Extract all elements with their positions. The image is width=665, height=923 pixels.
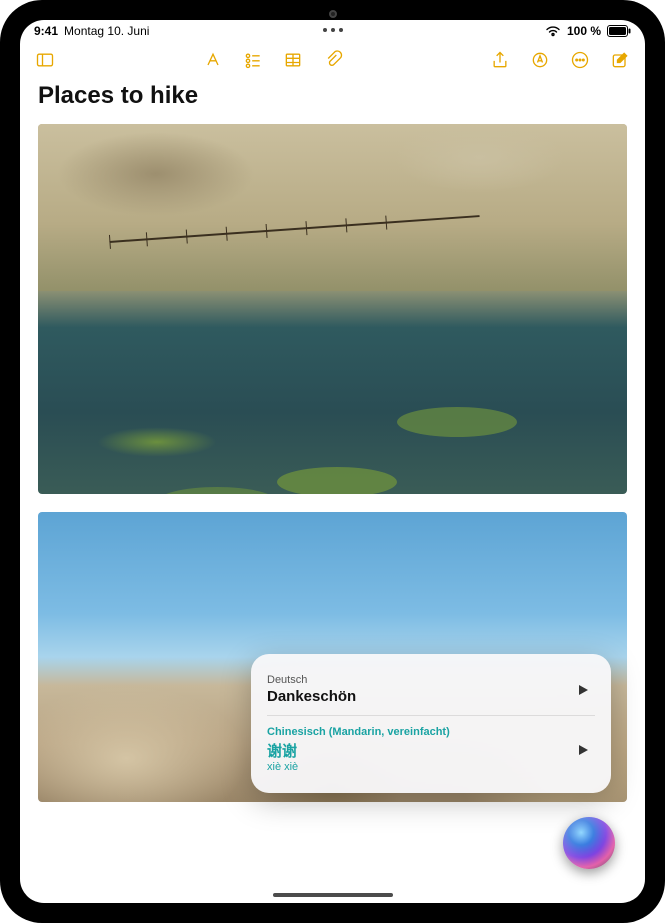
status-right: 100 %: [545, 24, 631, 38]
toolbar: [20, 42, 645, 78]
table-icon: [283, 50, 303, 70]
screen: 9:41 Montag 10. Juni 100 %: [20, 20, 645, 903]
siri-source-row: Deutsch Dankeschön: [267, 668, 595, 711]
siri-source-text: Dankeschön: [267, 688, 356, 705]
siri-translation-card: Deutsch Dankeschön Chinesisch (Mandarin,…: [251, 654, 611, 793]
paperclip-icon: [323, 50, 343, 70]
fence-detail: [109, 215, 479, 243]
note-image-1[interactable]: [38, 124, 627, 494]
format-button[interactable]: [198, 45, 228, 75]
markup-button[interactable]: [525, 45, 555, 75]
more-icon: [570, 50, 590, 70]
siri-target-romanization: xiè xiè: [267, 761, 450, 773]
attach-button[interactable]: [318, 45, 348, 75]
ipad-frame: 9:41 Montag 10. Juni 100 %: [0, 0, 665, 923]
status-time: 9:41: [34, 24, 58, 38]
status-left: 9:41 Montag 10. Juni: [34, 24, 149, 38]
status-bar: 9:41 Montag 10. Juni 100 %: [20, 20, 645, 42]
siri-target-text: 谢谢: [267, 740, 450, 761]
battery-icon: [607, 25, 631, 37]
checklist-button[interactable]: [238, 45, 268, 75]
table-button[interactable]: [278, 45, 308, 75]
siri-orb[interactable]: [563, 817, 615, 869]
siri-target-row: Chinesisch (Mandarin, vereinfacht) 谢谢 xi…: [267, 715, 595, 779]
multitask-dots[interactable]: [323, 28, 343, 32]
note-title: Places to hike: [38, 82, 627, 110]
siri-source-lang: Deutsch: [267, 674, 356, 686]
siri-target-lang: Chinesisch (Mandarin, vereinfacht): [267, 726, 450, 738]
front-camera: [329, 10, 337, 18]
wifi-icon: [545, 25, 561, 37]
sidebar-toggle-button[interactable]: [30, 45, 60, 75]
battery-percent: 100 %: [567, 24, 601, 38]
compose-button[interactable]: [605, 45, 635, 75]
status-date: Montag 10. Juni: [64, 24, 149, 38]
home-indicator[interactable]: [273, 893, 393, 897]
share-icon: [490, 50, 510, 70]
share-button[interactable]: [485, 45, 515, 75]
more-button[interactable]: [565, 45, 595, 75]
markup-icon: [530, 50, 550, 70]
checklist-icon: [243, 50, 263, 70]
compose-icon: [610, 50, 630, 70]
play-icon: [576, 743, 590, 757]
play-icon: [576, 683, 590, 697]
text-format-icon: [203, 50, 223, 70]
play-source-button[interactable]: [571, 678, 595, 702]
play-target-button[interactable]: [571, 738, 595, 762]
sidebar-icon: [35, 50, 55, 70]
